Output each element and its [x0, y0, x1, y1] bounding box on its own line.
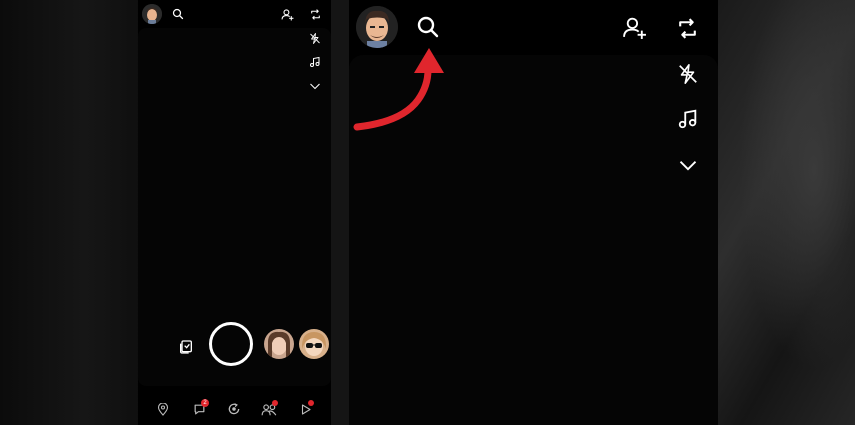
stories-icon[interactable]	[261, 400, 278, 416]
flip-camera-icon[interactable]	[675, 16, 700, 41]
add-friend-icon[interactable]	[281, 8, 294, 21]
music-icon[interactable]	[677, 108, 699, 130]
chat-icon[interactable]: 2	[193, 399, 209, 416]
map-icon[interactable]	[157, 403, 169, 416]
spotlight-icon[interactable]	[300, 400, 314, 416]
flip-camera-icon[interactable]	[309, 8, 322, 21]
chat-badge: 2	[201, 399, 209, 407]
annotation-arrow	[352, 40, 452, 140]
chevron-down-icon[interactable]	[309, 81, 321, 91]
chevron-down-icon[interactable]	[678, 157, 698, 173]
spotlight-badge	[308, 400, 314, 406]
background-gap	[331, 0, 349, 425]
phone-screen-large	[349, 0, 718, 425]
bitmoji-avatar[interactable]	[142, 4, 162, 24]
stories-badge	[272, 400, 278, 406]
add-friend-icon[interactable]	[622, 15, 647, 40]
background-right	[718, 0, 855, 425]
search-icon[interactable]	[172, 8, 184, 20]
background-left	[0, 0, 140, 425]
memories-icon[interactable]	[178, 339, 194, 355]
capture-button[interactable]	[209, 322, 253, 366]
lens-1[interactable]	[264, 329, 294, 359]
camera-icon[interactable]	[227, 402, 241, 416]
lens-2[interactable]	[299, 329, 329, 359]
flash-off-icon[interactable]	[309, 32, 321, 45]
music-icon[interactable]	[309, 56, 321, 68]
flash-off-icon[interactable]	[677, 62, 699, 86]
phone-screen-small: 2	[138, 0, 331, 425]
search-icon[interactable]	[416, 15, 440, 39]
